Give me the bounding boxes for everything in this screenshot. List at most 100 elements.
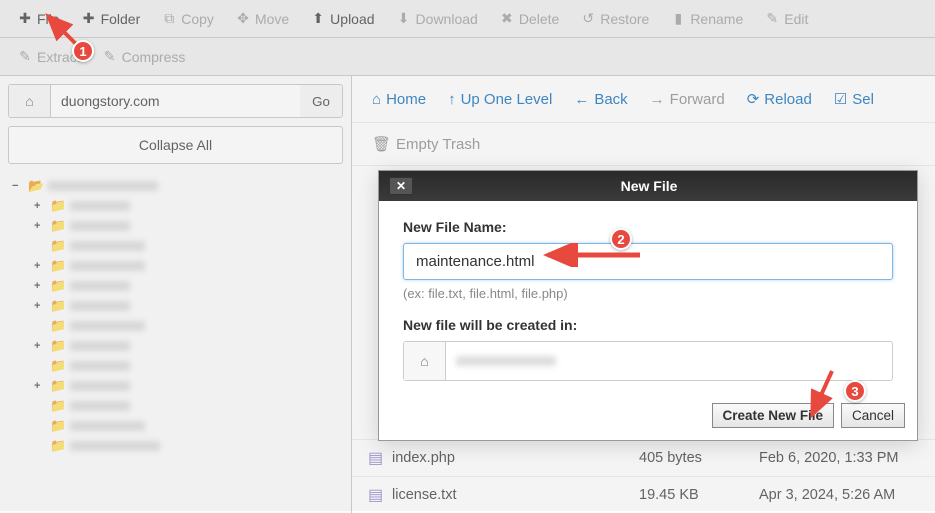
forward-label: Forward bbox=[670, 91, 725, 108]
extract-label: Extract bbox=[37, 49, 81, 65]
delete-button[interactable]: ✖ Delete bbox=[490, 4, 569, 33]
close-icon: ✕ bbox=[396, 179, 406, 193]
folder-label-blurred bbox=[48, 181, 158, 191]
tree-row[interactable]: 📁 bbox=[8, 396, 343, 416]
file-name-label: New File Name: bbox=[403, 219, 893, 235]
select-all-button[interactable]: ☑Sel bbox=[826, 86, 882, 112]
file-name-input[interactable] bbox=[403, 243, 893, 280]
download-label: Download bbox=[416, 11, 478, 27]
folder-label-blurred bbox=[70, 421, 145, 431]
folder-label-blurred bbox=[70, 381, 130, 391]
file-icon: ▤ bbox=[368, 448, 392, 468]
home-icon: ⌂ bbox=[372, 91, 381, 108]
move-button[interactable]: ✥Move bbox=[226, 4, 299, 33]
tree-row[interactable]: +📁 bbox=[8, 196, 343, 216]
compress-label: Compress bbox=[122, 49, 186, 65]
folder-icon: 📁 bbox=[50, 418, 66, 434]
folder-icon: 📁 bbox=[50, 298, 66, 314]
file-path-label: New file will be created in: bbox=[403, 317, 893, 333]
collapse-all-button[interactable]: Collapse All bbox=[8, 126, 343, 164]
forward-icon: → bbox=[650, 91, 665, 108]
tree-row[interactable]: 📁 bbox=[8, 356, 343, 376]
path-display: ⌂ bbox=[403, 341, 893, 381]
file-size: 405 bytes bbox=[639, 450, 759, 466]
file-size: 19.45 KB bbox=[639, 487, 759, 503]
compress-button[interactable]: ✎Compress bbox=[93, 42, 196, 71]
restore-button[interactable]: ↺Restore bbox=[571, 4, 659, 33]
tree-row[interactable]: 📁 bbox=[8, 316, 343, 336]
home-label: Home bbox=[386, 91, 426, 108]
folder-label-blurred bbox=[70, 321, 145, 331]
folder-icon: 📁 bbox=[50, 278, 66, 294]
tree-row[interactable]: +📁 bbox=[8, 296, 343, 316]
copy-label: Copy bbox=[181, 11, 214, 27]
forward-button[interactable]: → Forward bbox=[642, 86, 733, 112]
up-button[interactable]: ↑ Up One Level bbox=[440, 86, 560, 112]
tree-row[interactable]: +📁 bbox=[8, 256, 343, 276]
file-label: File bbox=[37, 11, 60, 27]
home-button[interactable]: ⌂ Home bbox=[364, 86, 434, 112]
reload-button[interactable]: ⟳Reload bbox=[739, 86, 820, 112]
folder-label-blurred bbox=[70, 281, 130, 291]
dialog-title: New File bbox=[421, 178, 907, 194]
tree-row[interactable]: 📁 bbox=[8, 236, 343, 256]
tree-row[interactable]: +📁 bbox=[8, 276, 343, 296]
upload-label: Upload bbox=[330, 11, 374, 27]
tree-row[interactable]: −📂 bbox=[8, 176, 343, 196]
folder-icon: 📁 bbox=[50, 258, 66, 274]
file-date: Apr 3, 2024, 5:26 AM bbox=[759, 487, 919, 503]
extract-button[interactable]: ✎Extract bbox=[8, 42, 91, 71]
rename-button[interactable]: ▮Rename bbox=[661, 4, 753, 33]
empty-trash-button[interactable]: 🗑Empty Trash bbox=[364, 131, 488, 157]
copy-button[interactable]: ⧉ Copy bbox=[152, 4, 224, 33]
file-row[interactable]: ▤ index.php 405 bytes Feb 6, 2020, 1:33 … bbox=[352, 439, 935, 476]
copy-icon: ⧉ bbox=[162, 10, 176, 27]
path-blurred bbox=[456, 356, 556, 366]
folder-label-blurred bbox=[70, 241, 145, 251]
file-name: index.php bbox=[392, 450, 639, 466]
download-button[interactable]: ⬇Download bbox=[387, 4, 488, 33]
folder-icon: 📁 bbox=[50, 318, 66, 334]
file-row[interactable]: ▤ license.txt 19.45 KB Apr 3, 2024, 5:26… bbox=[352, 476, 935, 513]
address-input[interactable] bbox=[51, 85, 300, 117]
tree-row[interactable]: +📁 bbox=[8, 336, 343, 356]
close-button[interactable]: ✕ bbox=[389, 177, 413, 195]
cancel-button[interactable]: Cancel bbox=[841, 403, 905, 428]
tree-row[interactable]: +📁 bbox=[8, 376, 343, 396]
trash-icon: 🗑 bbox=[372, 135, 391, 153]
reload-label: Reload bbox=[764, 91, 812, 108]
back-icon: ← bbox=[574, 91, 589, 108]
create-new-file-button[interactable]: Create New File bbox=[712, 403, 835, 428]
delete-label: Delete bbox=[519, 11, 559, 27]
expand-icon: + bbox=[34, 280, 46, 292]
home-icon: ⌂ bbox=[404, 342, 446, 380]
move-label: Move bbox=[255, 11, 289, 27]
collapse-icon: − bbox=[12, 180, 24, 192]
folder-button[interactable]: ✚Folder bbox=[72, 4, 151, 33]
edit-button[interactable]: ✎Edit bbox=[755, 4, 818, 33]
upload-button[interactable]: ⬆ Upload bbox=[301, 4, 384, 33]
tree-row[interactable]: +📁 bbox=[8, 216, 343, 236]
folder-icon: 📁 bbox=[50, 338, 66, 354]
check-icon: ☑ bbox=[834, 90, 847, 108]
file-name-hint: (ex: file.txt, file.html, file.php) bbox=[403, 286, 893, 301]
up-label: Up One Level bbox=[461, 91, 553, 108]
folder-icon: 📁 bbox=[50, 378, 66, 394]
folder-open-icon: 📂 bbox=[28, 178, 44, 194]
folder-icon: 📁 bbox=[50, 218, 66, 234]
folder-icon: 📁 bbox=[50, 238, 66, 254]
delete-icon: ✖ bbox=[500, 10, 514, 27]
go-button[interactable]: Go bbox=[300, 85, 342, 117]
tree-row[interactable]: 📁 bbox=[8, 416, 343, 436]
folder-icon: 📁 bbox=[50, 438, 66, 454]
tree-row[interactable]: 📁 bbox=[8, 436, 343, 456]
back-label: Back bbox=[594, 91, 627, 108]
up-icon: ↑ bbox=[448, 91, 456, 108]
upload-icon: ⬆ bbox=[311, 10, 325, 27]
home-icon[interactable]: ⌂ bbox=[9, 85, 51, 117]
expand-icon: + bbox=[34, 220, 46, 232]
expand-icon: + bbox=[34, 200, 46, 212]
back-button[interactable]: ← Back bbox=[566, 86, 635, 112]
file-button[interactable]: ✚File bbox=[8, 4, 70, 33]
folder-label: Folder bbox=[101, 11, 141, 27]
